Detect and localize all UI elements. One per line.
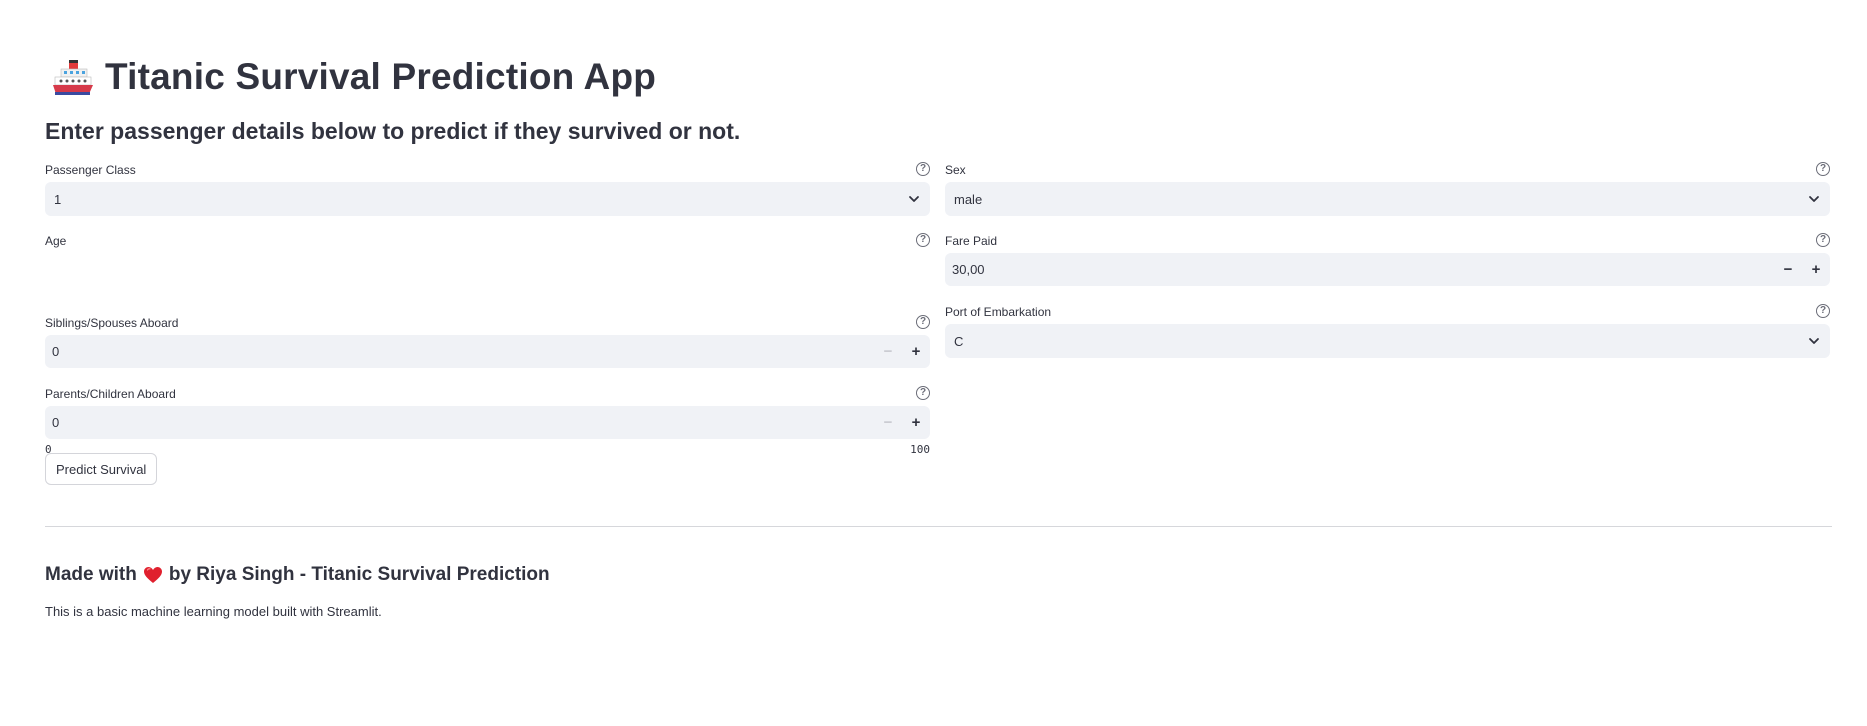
page-title: Titanic Survival Prediction App [105, 56, 657, 97]
decrement-button[interactable]: − [1774, 253, 1802, 286]
passenger-class-select[interactable]: 1 [45, 182, 930, 216]
divider [45, 526, 1832, 527]
embarkation-widget: Port of Embarkation ? C [945, 302, 1830, 360]
title-row: Titanic Survival Prediction App [45, 52, 656, 102]
fare-input[interactable]: 30,00 − + [945, 253, 1830, 286]
predict-survival-button[interactable]: Predict Survival [45, 453, 158, 485]
siblings-spouses-widget: Siblings/Spouses Aboard ? 0 − + [45, 313, 930, 371]
siblings-spouses-label: Siblings/Spouses Aboard [45, 316, 179, 330]
age-slider-max: 100 [910, 443, 930, 456]
fare-widget: Fare Paid ? 30,00 − + [945, 231, 1830, 289]
parents-children-label: Parents/Children Aboard [45, 387, 176, 401]
ship-icon [53, 60, 93, 95]
help-icon[interactable]: ? [1816, 304, 1830, 318]
footer-description: This is a basic machine learning model b… [45, 604, 382, 619]
age-label: Age [45, 234, 67, 248]
siblings-spouses-value: 0 [52, 344, 60, 359]
age-widget: Age ? [45, 231, 930, 291]
chevron-down-icon [1809, 338, 1819, 344]
footer-author: by Riya Singh - Titanic Survival Predict… [168, 564, 550, 585]
help-icon[interactable]: ? [916, 386, 930, 400]
passenger-class-label: Passenger Class [45, 163, 136, 177]
help-icon[interactable]: ? [916, 315, 930, 329]
help-icon[interactable]: ? [916, 162, 930, 176]
parents-children-input[interactable]: 0 − + [45, 406, 930, 439]
page-subtitle: Enter passenger details below to predict… [45, 118, 741, 144]
increment-button[interactable]: + [1802, 253, 1830, 286]
embarkation-value: C [954, 333, 964, 349]
increment-button[interactable]: + [902, 335, 930, 368]
chevron-down-icon [1809, 196, 1819, 202]
decrement-button[interactable]: − [874, 406, 902, 439]
parents-children-widget: Parents/Children Aboard ? 0 − + [45, 384, 930, 442]
siblings-spouses-input[interactable]: 0 − + [45, 335, 930, 368]
help-icon[interactable]: ? [1816, 162, 1830, 176]
footer-made-with: Made with [45, 564, 137, 585]
fare-value: 30,00 [952, 262, 985, 277]
help-icon[interactable]: ? [916, 233, 930, 247]
increment-button[interactable]: + [902, 406, 930, 439]
sex-widget: Sex ? male [945, 160, 1830, 218]
heart-icon [143, 567, 162, 583]
embarkation-label: Port of Embarkation [945, 305, 1052, 319]
embarkation-select[interactable]: C [945, 324, 1830, 358]
passenger-class-widget: Passenger Class ? 1 [45, 160, 930, 218]
chevron-down-icon [909, 196, 919, 202]
decrement-button[interactable]: − [874, 335, 902, 368]
sex-value: male [954, 191, 983, 207]
sex-label: Sex [945, 163, 966, 177]
sex-select[interactable]: male [945, 182, 1830, 216]
fare-label: Fare Paid [945, 234, 998, 248]
passenger-class-value: 1 [54, 191, 62, 207]
parents-children-value: 0 [52, 415, 60, 430]
footer-title: Made with by Riya Singh - Titanic Surviv… [45, 564, 550, 586]
help-icon[interactable]: ? [1816, 233, 1830, 247]
